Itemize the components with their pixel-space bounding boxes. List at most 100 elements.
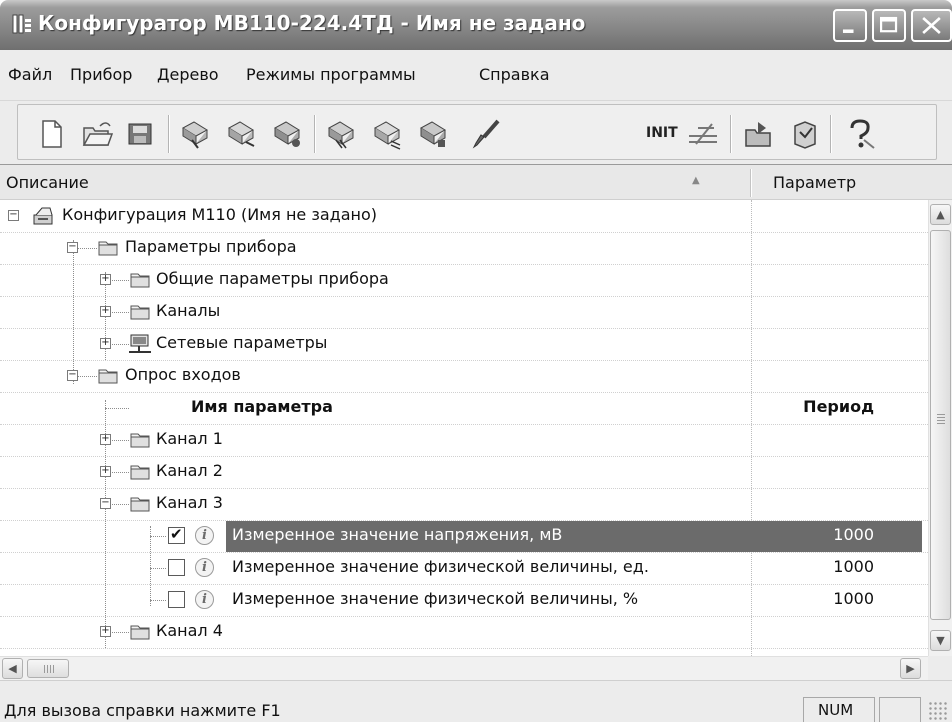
- collapse-icon[interactable]: −: [8, 210, 19, 221]
- close-button[interactable]: [911, 9, 952, 42]
- status-num-pane: NUM: [803, 697, 875, 722]
- param-period-value[interactable]: 1000: [833, 525, 874, 544]
- copy-settings-icon[interactable]: [416, 118, 450, 150]
- expand-icon[interactable]: +: [100, 626, 111, 637]
- minimize-button[interactable]: [833, 9, 867, 42]
- param-row-physical-percent[interactable]: i Измеренное значение физической величин…: [0, 584, 928, 616]
- expand-icon[interactable]: +: [100, 338, 111, 349]
- toolbar-separator: [730, 115, 732, 153]
- param-period-value[interactable]: 1000: [833, 589, 874, 608]
- read-device-icon[interactable]: [178, 118, 212, 150]
- write-device-icon[interactable]: [224, 118, 258, 150]
- tree-node-channel-3[interactable]: − Канал 3: [0, 488, 928, 520]
- expand-icon[interactable]: +: [100, 306, 111, 317]
- scroll-down-button[interactable]: ▼: [930, 630, 951, 651]
- menu-tree[interactable]: Дерево: [157, 65, 219, 84]
- init-label[interactable]: INIT: [646, 125, 678, 141]
- folder-icon: [98, 369, 118, 384]
- param-checkbox[interactable]: [168, 591, 185, 608]
- folder-icon: [130, 273, 150, 288]
- node-label: Сетевые параметры: [156, 333, 328, 352]
- config-tree: − Конфигурация М110 (Имя не задано) − Па…: [0, 200, 928, 656]
- column-resizer[interactable]: [750, 169, 752, 197]
- network-computer-icon: [129, 334, 151, 353]
- param-label: Измеренное значение физической величины,…: [232, 557, 649, 576]
- scroll-up-button[interactable]: ▲: [930, 204, 951, 225]
- menu-file[interactable]: Файл: [8, 65, 52, 84]
- write-all-icon[interactable]: [370, 118, 404, 150]
- vertical-scroll-thumb[interactable]: [930, 230, 951, 620]
- tree-node-channel-1[interactable]: + Канал 1: [0, 424, 928, 456]
- network-icon[interactable]: [686, 118, 720, 150]
- collapse-icon[interactable]: −: [67, 242, 78, 253]
- column-description[interactable]: Описание: [6, 173, 89, 192]
- node-label: Каналы: [156, 301, 221, 320]
- expand-icon[interactable]: +: [100, 434, 111, 445]
- help-icon[interactable]: [844, 118, 878, 150]
- menu-device[interactable]: Прибор: [70, 65, 132, 84]
- export-icon[interactable]: [742, 118, 776, 150]
- toolbar-separator: [314, 115, 316, 153]
- tree-node-general-params[interactable]: + Общие параметры прибора: [0, 264, 928, 296]
- tree-node-root[interactable]: − Конфигурация М110 (Имя не задано): [0, 200, 928, 232]
- close-icon: [922, 17, 941, 34]
- scroll-right-button[interactable]: ▶: [900, 658, 921, 679]
- collapse-icon[interactable]: −: [100, 498, 111, 509]
- menu-program-modes[interactable]: Режимы программы: [246, 65, 416, 84]
- maximize-icon: [879, 16, 898, 33]
- expand-icon[interactable]: +: [100, 466, 111, 477]
- num-lock-indicator: NUM: [818, 701, 854, 719]
- node-label: Канал 4: [156, 621, 223, 640]
- param-row-physical-units[interactable]: i Измеренное значение физической величин…: [0, 552, 928, 584]
- menu-help[interactable]: Справка: [479, 65, 550, 84]
- horizontal-scroll-thumb[interactable]: [27, 659, 69, 678]
- title-bar: Конфигуратор МВ110-224.4ТД - Имя не зада…: [0, 0, 952, 50]
- save-icon[interactable]: [124, 118, 158, 150]
- menu-bar: Файл Прибор Дерево Режимы программы Спра…: [0, 50, 952, 100]
- period-header: Период: [803, 397, 874, 416]
- node-label: Опрос входов: [125, 365, 241, 384]
- folder-icon: [130, 305, 150, 320]
- vertical-scrollbar[interactable]: ▲ ▼: [928, 200, 952, 656]
- collapse-icon[interactable]: −: [67, 370, 78, 381]
- tree-node-channel-4[interactable]: + Канал 4: [0, 616, 928, 648]
- open-folder-icon[interactable]: [80, 118, 114, 150]
- node-label: Канал 1: [156, 429, 223, 448]
- scroll-left-button[interactable]: ◀: [2, 658, 23, 679]
- tree-connector: [150, 600, 166, 601]
- maximize-button[interactable]: [872, 9, 906, 42]
- new-file-icon[interactable]: [34, 118, 68, 150]
- expand-icon[interactable]: +: [100, 274, 111, 285]
- tree-connector: [105, 408, 129, 409]
- toolbar-separator: [830, 115, 832, 153]
- tree-node-channel-2[interactable]: + Канал 2: [0, 456, 928, 488]
- param-checkbox[interactable]: [168, 559, 185, 576]
- node-label: Параметры прибора: [125, 237, 297, 256]
- status-empty-pane: [879, 697, 921, 722]
- compare-icon[interactable]: [270, 118, 304, 150]
- horizontal-scrollbar[interactable]: ◀ ▶: [0, 656, 928, 680]
- tree-node-channels[interactable]: + Каналы: [0, 296, 928, 328]
- node-label: Канал 2: [156, 461, 223, 480]
- app-icon: [12, 14, 31, 34]
- column-parameter[interactable]: Параметр: [773, 173, 856, 192]
- folder-icon: [130, 625, 150, 640]
- status-bar: Для вызова справки нажмите F1 NUM: [0, 680, 952, 722]
- resize-grip-icon[interactable]: [928, 701, 948, 721]
- param-period-value[interactable]: 1000: [833, 557, 874, 576]
- grip-icon: [937, 414, 945, 424]
- import-icon[interactable]: [788, 118, 822, 150]
- table-header-row: Имя параметра Период: [0, 392, 928, 424]
- read-all-icon[interactable]: [324, 118, 358, 150]
- param-checkbox[interactable]: [168, 525, 185, 544]
- node-label: Общие параметры прибора: [156, 269, 389, 288]
- tree-node-network-params[interactable]: + Сетевые параметры: [0, 328, 928, 360]
- tree-node-device-params[interactable]: − Параметры прибора: [0, 232, 928, 264]
- brush-icon[interactable]: [470, 118, 504, 150]
- param-label: Измеренное значение напряжения, мВ: [232, 525, 563, 544]
- param-name-header: Имя параметра: [191, 397, 333, 416]
- param-row-voltage[interactable]: i Измеренное значение напряжения, мВ 100…: [0, 520, 928, 552]
- toolbar-separator: [168, 115, 170, 153]
- info-icon: i: [195, 526, 214, 545]
- tree-node-input-poll[interactable]: − Опрос входов: [0, 360, 928, 392]
